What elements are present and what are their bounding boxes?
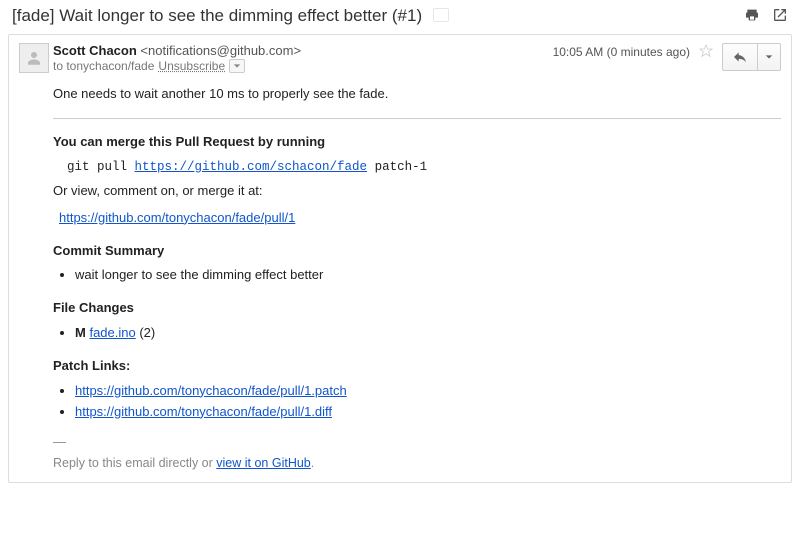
signature-line: Reply to this email directly or view it … [53, 454, 781, 472]
print-icon[interactable] [744, 7, 760, 26]
to-line: to tonychacon/fade Unsubscribe [53, 59, 301, 73]
divider [53, 118, 781, 119]
view-on-github-link[interactable]: view it on GitHub [216, 456, 310, 470]
signature-dash: — [53, 433, 781, 452]
label-icon[interactable] [433, 8, 449, 22]
intro-text: One needs to wait another 10 ms to prope… [53, 85, 781, 104]
sender-name[interactable]: Scott Chacon [53, 43, 137, 58]
details-dropdown-icon[interactable] [229, 59, 245, 73]
more-actions-dropdown[interactable] [758, 43, 781, 71]
git-pull-command: git pull https://github.com/schacon/fade… [67, 158, 781, 176]
list-item: wait longer to see the dimming effect be… [75, 266, 781, 285]
list-item: https://github.com/tonychacon/fade/pull/… [75, 403, 781, 422]
from-line: Scott Chacon <notifications@github.com> [53, 43, 301, 58]
list-item: M fade.ino (2) [75, 324, 781, 343]
patch-links-heading: Patch Links: [53, 357, 781, 376]
merge-heading: You can merge this Pull Request by runni… [53, 133, 781, 152]
or-line: Or view, comment on, or merge it at: [53, 182, 781, 201]
git-repo-link[interactable]: https://github.com/schacon/fade [135, 160, 368, 174]
sender-email: <notifications@github.com> [140, 43, 301, 58]
star-icon[interactable] [698, 43, 714, 59]
sender-avatar[interactable] [19, 43, 49, 73]
timestamp: 10:05 AM (0 minutes ago) [553, 43, 690, 59]
file-changes-heading: File Changes [53, 299, 781, 318]
message-body: One needs to wait another 10 ms to prope… [9, 75, 791, 482]
list-item: https://github.com/tonychacon/fade/pull/… [75, 382, 781, 401]
email-subject: [fade] Wait longer to see the dimming ef… [12, 6, 744, 26]
open-new-window-icon[interactable] [772, 7, 788, 26]
diff-link[interactable]: https://github.com/tonychacon/fade/pull/… [75, 404, 332, 419]
message-card: Scott Chacon <notifications@github.com> … [8, 34, 792, 483]
reply-button[interactable] [722, 43, 758, 71]
unsubscribe-link[interactable]: Unsubscribe [158, 59, 225, 73]
file-link[interactable]: fade.ino [89, 325, 135, 340]
recipient-text: to tonychacon/fade [53, 59, 154, 73]
pr-url-link[interactable]: https://github.com/tonychacon/fade/pull/… [59, 210, 295, 225]
commit-summary-heading: Commit Summary [53, 242, 781, 261]
patch-link[interactable]: https://github.com/tonychacon/fade/pull/… [75, 383, 347, 398]
